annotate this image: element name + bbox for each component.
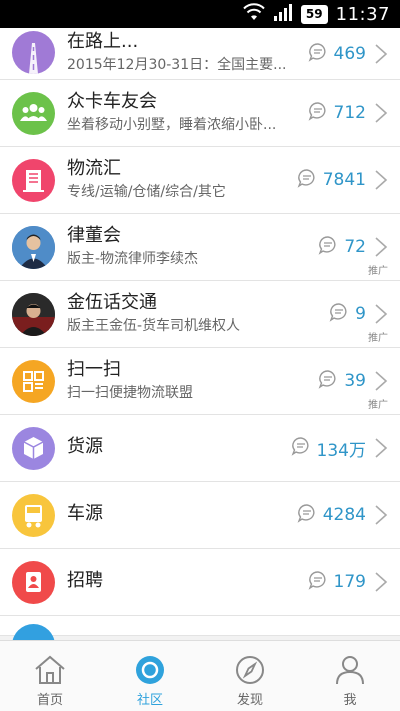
comment-icon [318, 369, 338, 393]
tab-discover[interactable]: 发现 [200, 641, 300, 711]
item-count: 179 [333, 572, 366, 592]
list-item[interactable] [0, 616, 400, 640]
list-item[interactable]: 物流汇 专线/运输/仓储/综合/其它 7841 [0, 147, 400, 214]
item-count: 4284 [322, 505, 366, 525]
comment-icon [308, 42, 328, 66]
item-title: 金伍话交通 [67, 292, 157, 313]
tab-me[interactable]: 我 [300, 641, 400, 711]
item-count: 9 [355, 304, 366, 324]
list-item[interactable]: 扫一扫 扫一扫便捷物流联盟 39 推广 [0, 348, 400, 415]
list-item[interactable]: 律董会 版主-物流律师李续杰 72 推广 [0, 214, 400, 281]
list-item[interactable]: 货源 134万 [0, 415, 400, 482]
signal-icon [273, 3, 293, 25]
list-item[interactable]: 众卡车友会 坐着移动小别墅，睡着浓缩小卧... 712 [0, 80, 400, 147]
people-icon [12, 92, 55, 135]
promo-tag: 推广 [368, 400, 388, 411]
tab-label: 首页 [36, 693, 63, 708]
tab-home[interactable]: 首页 [0, 641, 100, 711]
chevron-right-icon [375, 103, 388, 123]
tab-label: 我 [343, 693, 357, 708]
chevron-right-icon [375, 438, 388, 458]
clock: 11:37 [335, 3, 390, 25]
comment-icon [318, 235, 338, 259]
promo-tag: 推广 [368, 266, 388, 277]
promo-tag: 推广 [368, 333, 388, 344]
chevron-right-icon [375, 505, 388, 525]
list-item[interactable]: 车源 4284 [0, 482, 400, 549]
battery-indicator: 59 [300, 4, 328, 24]
item-subtitle: 2015年12月30-31日：全国主要... [67, 57, 287, 73]
truck-icon [12, 494, 55, 537]
item-count: 7841 [322, 170, 366, 190]
item-count: 134万 [316, 440, 366, 461]
home-icon [35, 655, 65, 684]
community-icon [136, 656, 164, 684]
community-list: 在路上... 2015年12月30-31日：全国主要... 469 众卡车友会 … [0, 28, 400, 640]
comment-icon [297, 503, 317, 527]
item-subtitle: 版主王金伍-货车司机维权人 [67, 318, 241, 334]
item-title: 货源 [67, 436, 103, 457]
item-count: 712 [333, 103, 366, 123]
comment-icon [308, 570, 328, 594]
list-item[interactable]: 在路上... 2015年12月30-31日：全国主要... 469 [0, 28, 400, 80]
comment-icon [329, 302, 349, 326]
qr-scan-icon [12, 360, 55, 403]
item-count: 72 [344, 237, 366, 257]
item-count: 469 [333, 43, 366, 64]
tab-community[interactable]: 社区 [100, 641, 200, 711]
box-icon [12, 427, 55, 470]
recruit-icon [12, 561, 55, 604]
tab-label: 社区 [136, 693, 163, 708]
item-subtitle: 坐着移动小别墅，睡着浓缩小卧... [67, 117, 277, 133]
chevron-right-icon [375, 43, 388, 64]
item-title: 律董会 [67, 225, 121, 246]
item-subtitle: 专线/运输/仓储/综合/其它 [67, 184, 226, 200]
tab-bar: 首页 社区 发现 我 [0, 640, 400, 711]
comment-icon [291, 436, 311, 460]
chevron-right-icon [375, 371, 388, 391]
chevron-right-icon [375, 304, 388, 324]
item-title: 物流汇 [67, 158, 121, 179]
chevron-right-icon [375, 237, 388, 257]
chevron-right-icon [375, 170, 388, 190]
profile-icon [336, 656, 364, 685]
host-avatar [12, 293, 55, 336]
item-title: 在路上... [67, 31, 139, 52]
list-item[interactable]: 金伍话交通 版主王金伍-货车司机维权人 9 推广 [0, 281, 400, 348]
item-title: 车源 [67, 503, 103, 524]
compass-icon [236, 656, 264, 684]
item-title: 众卡车友会 [67, 91, 157, 112]
chevron-right-icon [375, 572, 388, 592]
item-title: 扫一扫 [67, 359, 121, 380]
status-bar: 59 11:37 [0, 0, 400, 28]
wifi-icon [243, 3, 265, 25]
item-subtitle: 扫一扫便捷物流联盟 [67, 385, 193, 401]
item-title: 招聘 [67, 570, 103, 591]
tab-label: 发现 [236, 693, 263, 708]
comment-icon [297, 168, 317, 192]
partial-item-icon [12, 624, 55, 640]
item-count: 39 [344, 371, 366, 391]
lawyer-avatar [12, 226, 55, 269]
item-subtitle: 版主-物流律师李续杰 [67, 251, 199, 267]
comment-icon [308, 101, 328, 125]
list-item[interactable]: 招聘 179 [0, 549, 400, 616]
road-icon [12, 31, 55, 74]
building-icon [12, 159, 55, 202]
